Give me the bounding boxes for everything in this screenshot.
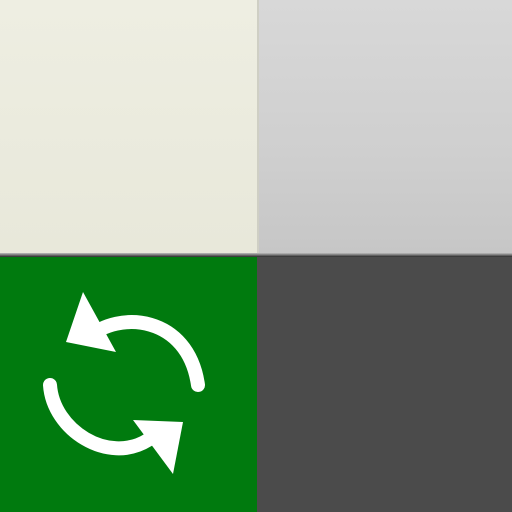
tile-top-right[interactable]: [257, 0, 512, 255]
tile-bottom-right[interactable]: [257, 257, 512, 512]
tile-top-left[interactable]: [0, 0, 257, 255]
tile-grid: [0, 0, 512, 512]
refresh-icon[interactable]: [38, 290, 210, 480]
